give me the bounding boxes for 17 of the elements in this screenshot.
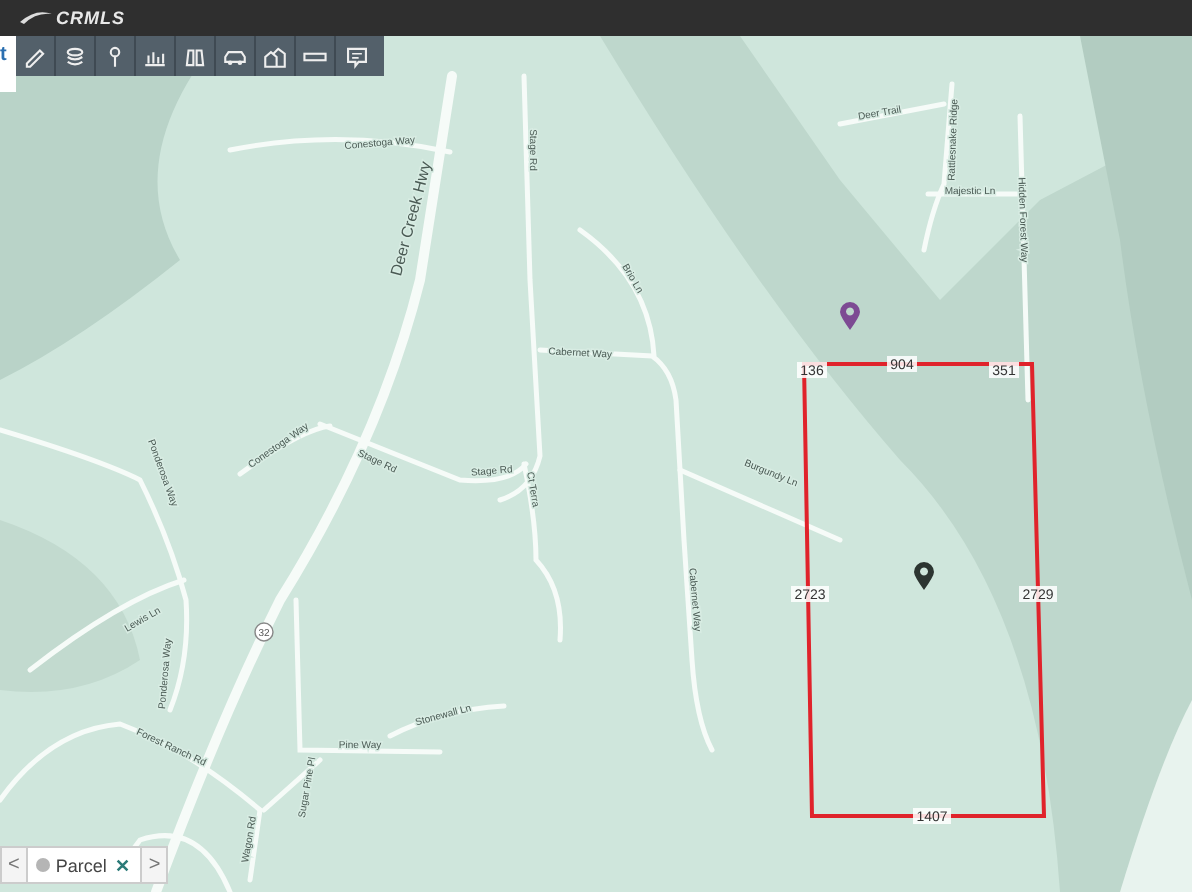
next-button[interactable]: > xyxy=(142,848,167,882)
binoculars-icon xyxy=(182,43,208,69)
logo: CRMLS xyxy=(56,8,125,28)
layer-chip[interactable]: Parcel ✕ xyxy=(25,848,143,882)
map-pin-icon[interactable] xyxy=(840,302,860,330)
houses-icon xyxy=(262,43,288,69)
map-pin-icon[interactable] xyxy=(914,562,934,590)
close-button[interactable]: ✕ xyxy=(112,855,133,875)
logo-icon xyxy=(20,10,52,26)
layers-icon xyxy=(62,43,88,69)
dot-icon xyxy=(35,858,50,872)
road-label: Deer Creek Hwy xyxy=(387,159,436,278)
panel-label: t xyxy=(0,44,9,66)
layer-label: Parcel xyxy=(55,855,107,875)
comment-icon xyxy=(343,43,369,69)
pencil-icon xyxy=(22,43,48,69)
previous-button[interactable]: < xyxy=(2,848,26,882)
